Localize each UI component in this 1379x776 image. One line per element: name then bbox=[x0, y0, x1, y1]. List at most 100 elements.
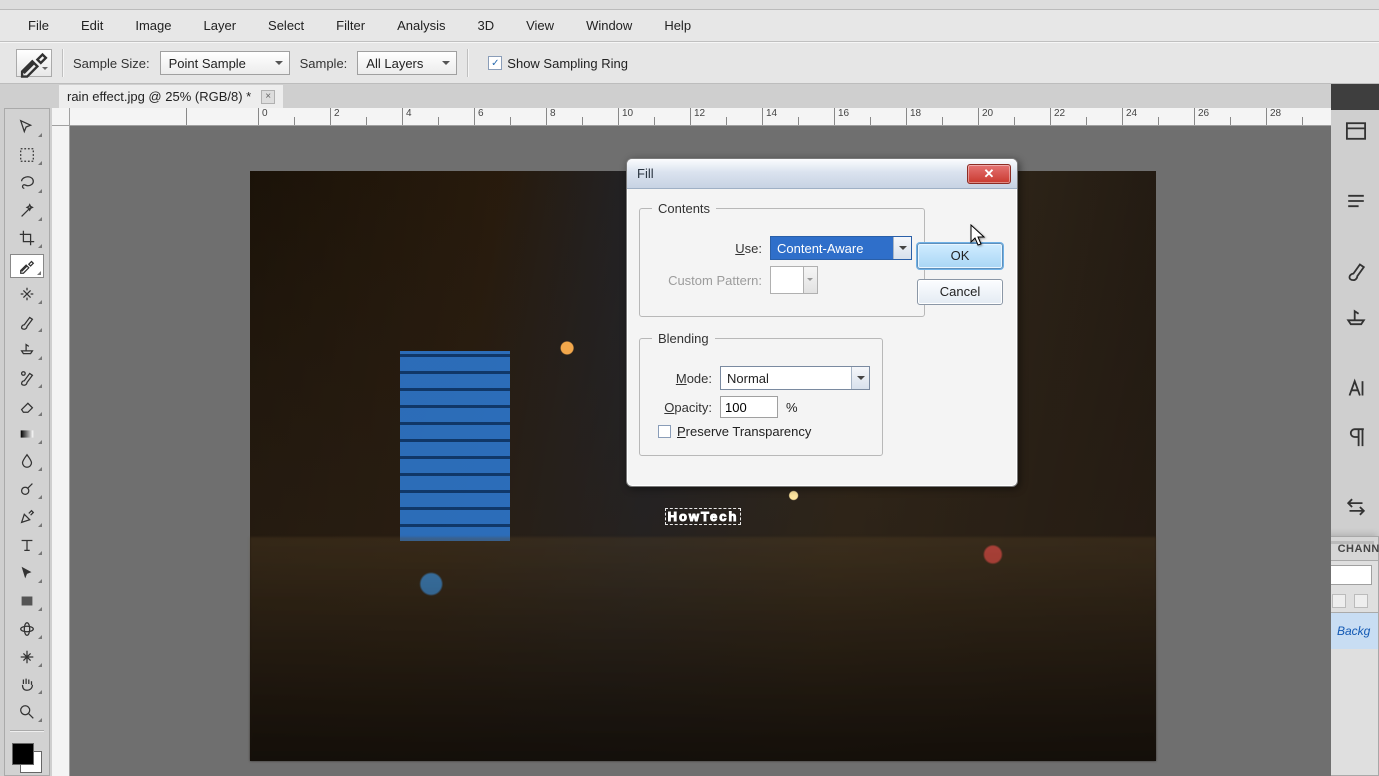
hand-tool[interactable] bbox=[10, 673, 44, 697]
ok-button[interactable]: OK bbox=[917, 243, 1003, 269]
document-title: rain effect.jpg @ 25% (RGB/8) * bbox=[67, 89, 251, 104]
history-panel-icon[interactable] bbox=[1343, 188, 1369, 214]
3d-rotate-tool[interactable] bbox=[10, 617, 44, 641]
checkbox-icon: ✓ bbox=[488, 56, 502, 70]
paragraph-panel-icon[interactable] bbox=[1343, 424, 1369, 450]
sample-size-dropdown[interactable]: Point Sample bbox=[160, 51, 290, 75]
cancel-button[interactable]: Cancel bbox=[917, 279, 1003, 305]
close-tab-button[interactable]: × bbox=[261, 90, 275, 104]
brush-panel-icon[interactable] bbox=[1343, 258, 1369, 284]
ruler-tick: 20 bbox=[978, 108, 993, 126]
preserve-transparency-checkbox[interactable]: Preserve Transparency bbox=[658, 424, 870, 439]
move-tool[interactable] bbox=[10, 115, 44, 139]
eyedropper-icon bbox=[17, 46, 51, 80]
menu-view[interactable]: View bbox=[510, 12, 570, 39]
menu-analysis[interactable]: Analysis bbox=[381, 12, 461, 39]
pen-tool[interactable] bbox=[10, 505, 44, 529]
ruler-tick: 22 bbox=[1050, 108, 1065, 126]
menu-layer[interactable]: Layer bbox=[188, 12, 253, 39]
menu-filter[interactable]: Filter bbox=[320, 12, 381, 39]
brush-tool[interactable] bbox=[10, 310, 44, 334]
fill-dialog: Fill ✕ Contents Use: Content-Aware Custo… bbox=[626, 158, 1018, 487]
ruler-tick: 24 bbox=[1122, 108, 1137, 126]
gradient-tool[interactable] bbox=[10, 422, 44, 446]
ruler-tick: 14 bbox=[762, 108, 777, 126]
tool-presets-panel-icon[interactable] bbox=[1343, 494, 1369, 520]
mini-bridge-icon[interactable] bbox=[1343, 118, 1369, 144]
show-sampling-label: Show Sampling Ring bbox=[507, 56, 628, 71]
dialog-titlebar[interactable]: Fill ✕ bbox=[627, 159, 1017, 189]
ruler-tick: 26 bbox=[1194, 108, 1209, 126]
sample-size-label: Sample Size: bbox=[73, 56, 150, 71]
separator bbox=[467, 49, 468, 77]
dark-tab-gutter bbox=[1331, 84, 1379, 110]
rectangle-tool[interactable] bbox=[10, 589, 44, 613]
custom-pattern-picker bbox=[770, 266, 818, 294]
ruler-tick: 12 bbox=[690, 108, 705, 126]
type-tool[interactable] bbox=[10, 533, 44, 557]
tool-preset-picker[interactable] bbox=[16, 49, 52, 77]
document-tab[interactable]: rain effect.jpg @ 25% (RGB/8) * × bbox=[58, 84, 284, 108]
ruler-tick: 10 bbox=[618, 108, 633, 126]
zoom-tool[interactable] bbox=[10, 700, 44, 724]
magic-wand-tool[interactable] bbox=[10, 199, 44, 223]
vertical-ruler[interactable] bbox=[52, 126, 70, 776]
sample-size-value: Point Sample bbox=[169, 56, 246, 71]
3d-camera-tool[interactable] bbox=[10, 645, 44, 669]
character-panel-icon[interactable] bbox=[1343, 376, 1369, 402]
layer-name[interactable]: Backg bbox=[1337, 624, 1370, 638]
blending-group: Blending Mode: Normal Opacity: % Preserv… bbox=[639, 331, 883, 456]
use-dropdown[interactable]: Content-Aware bbox=[770, 236, 912, 260]
foreground-color-swatch[interactable] bbox=[12, 743, 34, 765]
ruler-tick: 0 bbox=[258, 108, 268, 126]
menu-help[interactable]: Help bbox=[648, 12, 707, 39]
clone-source-panel-icon[interactable] bbox=[1343, 306, 1369, 332]
image-detail bbox=[250, 537, 1156, 761]
menu-window[interactable]: Window bbox=[570, 12, 648, 39]
menu-3d[interactable]: 3D bbox=[461, 12, 510, 39]
opacity-input[interactable] bbox=[720, 396, 778, 418]
lock-pixels-icon[interactable] bbox=[1332, 594, 1346, 608]
menu-edit[interactable]: Edit bbox=[65, 12, 119, 39]
sample-dropdown[interactable]: All Layers bbox=[357, 51, 457, 75]
horizontal-ruler[interactable]: 024681012141618202224262830 bbox=[70, 108, 1331, 126]
menu-file[interactable]: File bbox=[12, 12, 65, 39]
contents-legend: Contents bbox=[652, 201, 716, 216]
opacity-label: Opacity: bbox=[652, 400, 712, 415]
clone-stamp-tool[interactable] bbox=[10, 338, 44, 362]
blur-tool[interactable] bbox=[10, 450, 44, 474]
eraser-tool[interactable] bbox=[10, 394, 44, 418]
dialog-title: Fill bbox=[637, 166, 654, 181]
chevron-down-icon bbox=[893, 237, 911, 259]
ruler-tick: 2 bbox=[330, 108, 340, 126]
lock-position-icon[interactable] bbox=[1354, 594, 1368, 608]
sample-label: Sample: bbox=[300, 56, 348, 71]
crop-tool[interactable] bbox=[10, 227, 44, 251]
collapsed-panels-strip bbox=[1339, 108, 1373, 536]
use-value: Content-Aware bbox=[777, 241, 863, 256]
menu-select[interactable]: Select bbox=[252, 12, 320, 39]
blending-legend: Blending bbox=[652, 331, 715, 346]
eyedropper-tool[interactable] bbox=[10, 254, 44, 278]
ruler-tick: 28 bbox=[1266, 108, 1281, 126]
marquee-tool[interactable] bbox=[10, 143, 44, 167]
lasso-tool[interactable] bbox=[10, 171, 44, 195]
pattern-swatch bbox=[770, 266, 804, 294]
path-select-tool[interactable] bbox=[10, 561, 44, 585]
color-swatches[interactable] bbox=[10, 741, 44, 775]
dodge-tool[interactable] bbox=[10, 477, 44, 501]
mode-label: Mode: bbox=[652, 371, 712, 386]
show-sampling-ring-checkbox[interactable]: ✓ Show Sampling Ring bbox=[488, 56, 628, 71]
ruler-origin[interactable] bbox=[52, 108, 70, 126]
main-menu-bar: File Edit Image Layer Select Filter Anal… bbox=[0, 10, 1379, 42]
tab-channels[interactable]: CHANN bbox=[1330, 537, 1379, 560]
mode-dropdown[interactable]: Normal bbox=[720, 366, 870, 390]
history-brush-tool[interactable] bbox=[10, 366, 44, 390]
close-dialog-button[interactable]: ✕ bbox=[967, 164, 1011, 184]
app-top-strip bbox=[0, 0, 1379, 10]
spot-heal-tool[interactable] bbox=[10, 282, 44, 306]
ruler-tick: 16 bbox=[834, 108, 849, 126]
menu-image[interactable]: Image bbox=[119, 12, 187, 39]
mode-value: Normal bbox=[727, 371, 769, 386]
pattern-picker-arrow bbox=[804, 266, 818, 294]
